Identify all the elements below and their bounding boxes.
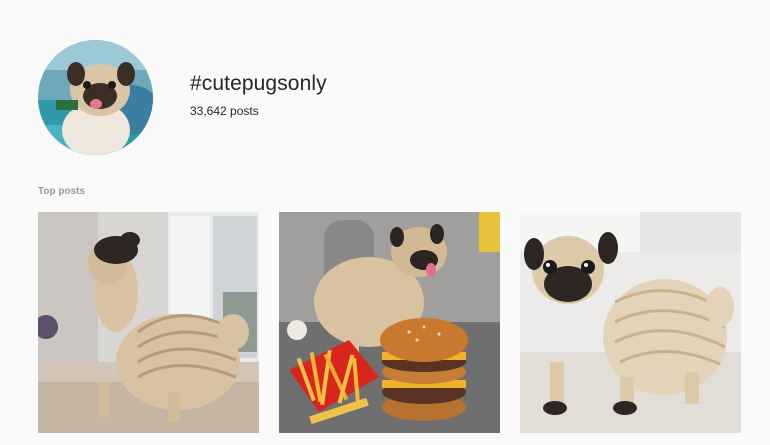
post-count: 33,642 posts xyxy=(190,104,259,118)
pug-avatar-image xyxy=(38,40,153,155)
top-post-1[interactable] xyxy=(38,212,259,433)
hashtag-title: #cutepugsonly xyxy=(190,72,327,95)
pug-with-burger-and-fries-photo xyxy=(279,212,500,433)
pug-by-window-photo xyxy=(38,212,259,433)
pug-standing-white-room-photo xyxy=(520,212,741,433)
top-post-3[interactable] xyxy=(520,212,741,433)
top-posts-label: Top posts xyxy=(38,186,86,197)
hashtag-avatar xyxy=(38,40,153,155)
hashtag-page: #cutepugsonly 33,642 posts Top posts xyxy=(0,0,770,445)
top-post-2[interactable] xyxy=(279,212,500,433)
